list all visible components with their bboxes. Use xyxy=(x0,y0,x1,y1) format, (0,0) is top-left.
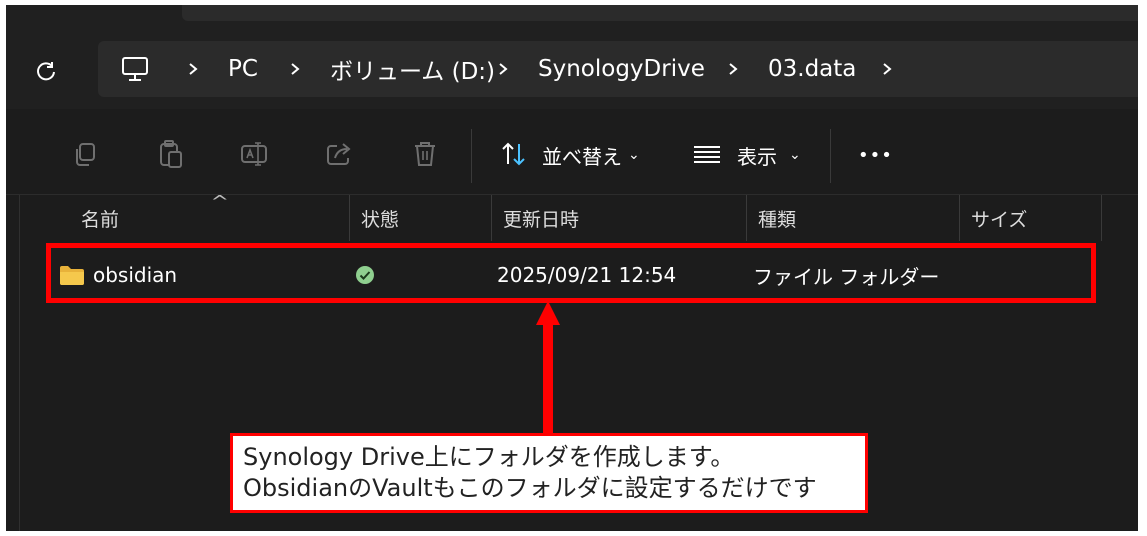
column-divider[interactable] xyxy=(1101,195,1102,241)
chevron-right-icon xyxy=(726,41,740,97)
copy-icon xyxy=(76,143,95,166)
address-row: PC ボリューム (D:) SynologyDrive 03.data xyxy=(6,21,1138,109)
arrow-up-icon xyxy=(536,301,560,325)
chevron-right-icon xyxy=(288,41,302,97)
trash-icon xyxy=(415,142,435,166)
view-button[interactable]: 表示 xyxy=(737,139,777,171)
command-bar: 並べ替え ⌄ 表示 ⌄ ••• xyxy=(6,109,1138,195)
tab-strip xyxy=(182,5,1138,21)
breadcrumb-volume-d[interactable]: ボリューム (D:) xyxy=(330,41,495,97)
chevron-down-icon: ⌄ xyxy=(789,147,801,163)
highlight-box xyxy=(46,243,1096,303)
annotation-line-2: ObsidianのVaultもこのフォルダに設定するだけです xyxy=(243,474,817,502)
arrow-shaft xyxy=(543,323,553,437)
navigation-pane-edge xyxy=(6,195,20,531)
chevron-right-icon xyxy=(496,41,510,97)
breadcrumb-synologydrive[interactable]: SynologyDrive xyxy=(538,41,705,97)
sort-button[interactable]: 並べ替え xyxy=(542,139,622,171)
annotation-callout: Synology Drive上にフォルダを作成します。 ObsidianのVau… xyxy=(230,433,868,513)
sort-icon xyxy=(498,137,532,171)
rename-icon xyxy=(241,142,267,166)
column-header-modified[interactable]: 更新日時 xyxy=(491,195,746,241)
column-header-name[interactable]: 名前 xyxy=(69,195,349,241)
toolbar-divider xyxy=(830,129,831,183)
chevron-down-icon: ⌄ xyxy=(628,147,640,163)
column-header-row: 名前 ^ 状態 更新日時 種類 サイズ xyxy=(21,192,1138,241)
delete-button[interactable] xyxy=(408,137,442,171)
sort-ascending-caret-icon: ^ xyxy=(210,192,230,211)
rename-button[interactable] xyxy=(237,137,271,171)
refresh-icon xyxy=(37,62,55,81)
title-strip xyxy=(6,5,1138,21)
more-options-button[interactable]: ••• xyxy=(858,139,893,171)
copy-button[interactable] xyxy=(68,137,102,171)
paste-icon xyxy=(160,140,182,168)
share-icon xyxy=(327,143,351,165)
share-button[interactable] xyxy=(323,137,357,171)
toolbar-divider xyxy=(471,129,472,183)
annotation-line-1: Synology Drive上にフォルダを作成します。 xyxy=(243,443,735,471)
chevron-right-icon xyxy=(186,41,200,97)
file-explorer-window: PC ボリューム (D:) SynologyDrive 03.data 並べ替え… xyxy=(6,5,1138,531)
view-lines-icon xyxy=(690,137,724,171)
pc-icon[interactable] xyxy=(120,41,150,97)
chevron-right-icon[interactable] xyxy=(880,41,894,97)
column-header-size[interactable]: サイズ xyxy=(959,195,1101,241)
address-bar[interactable]: PC ボリューム (D:) SynologyDrive 03.data xyxy=(98,41,1138,97)
breadcrumb-03-data[interactable]: 03.data xyxy=(768,41,856,97)
column-header-type[interactable]: 種類 xyxy=(746,195,959,241)
breadcrumb-pc[interactable]: PC xyxy=(228,41,258,97)
column-header-status[interactable]: 状態 xyxy=(349,195,491,241)
paste-button[interactable] xyxy=(153,137,187,171)
refresh-button[interactable] xyxy=(30,55,62,87)
